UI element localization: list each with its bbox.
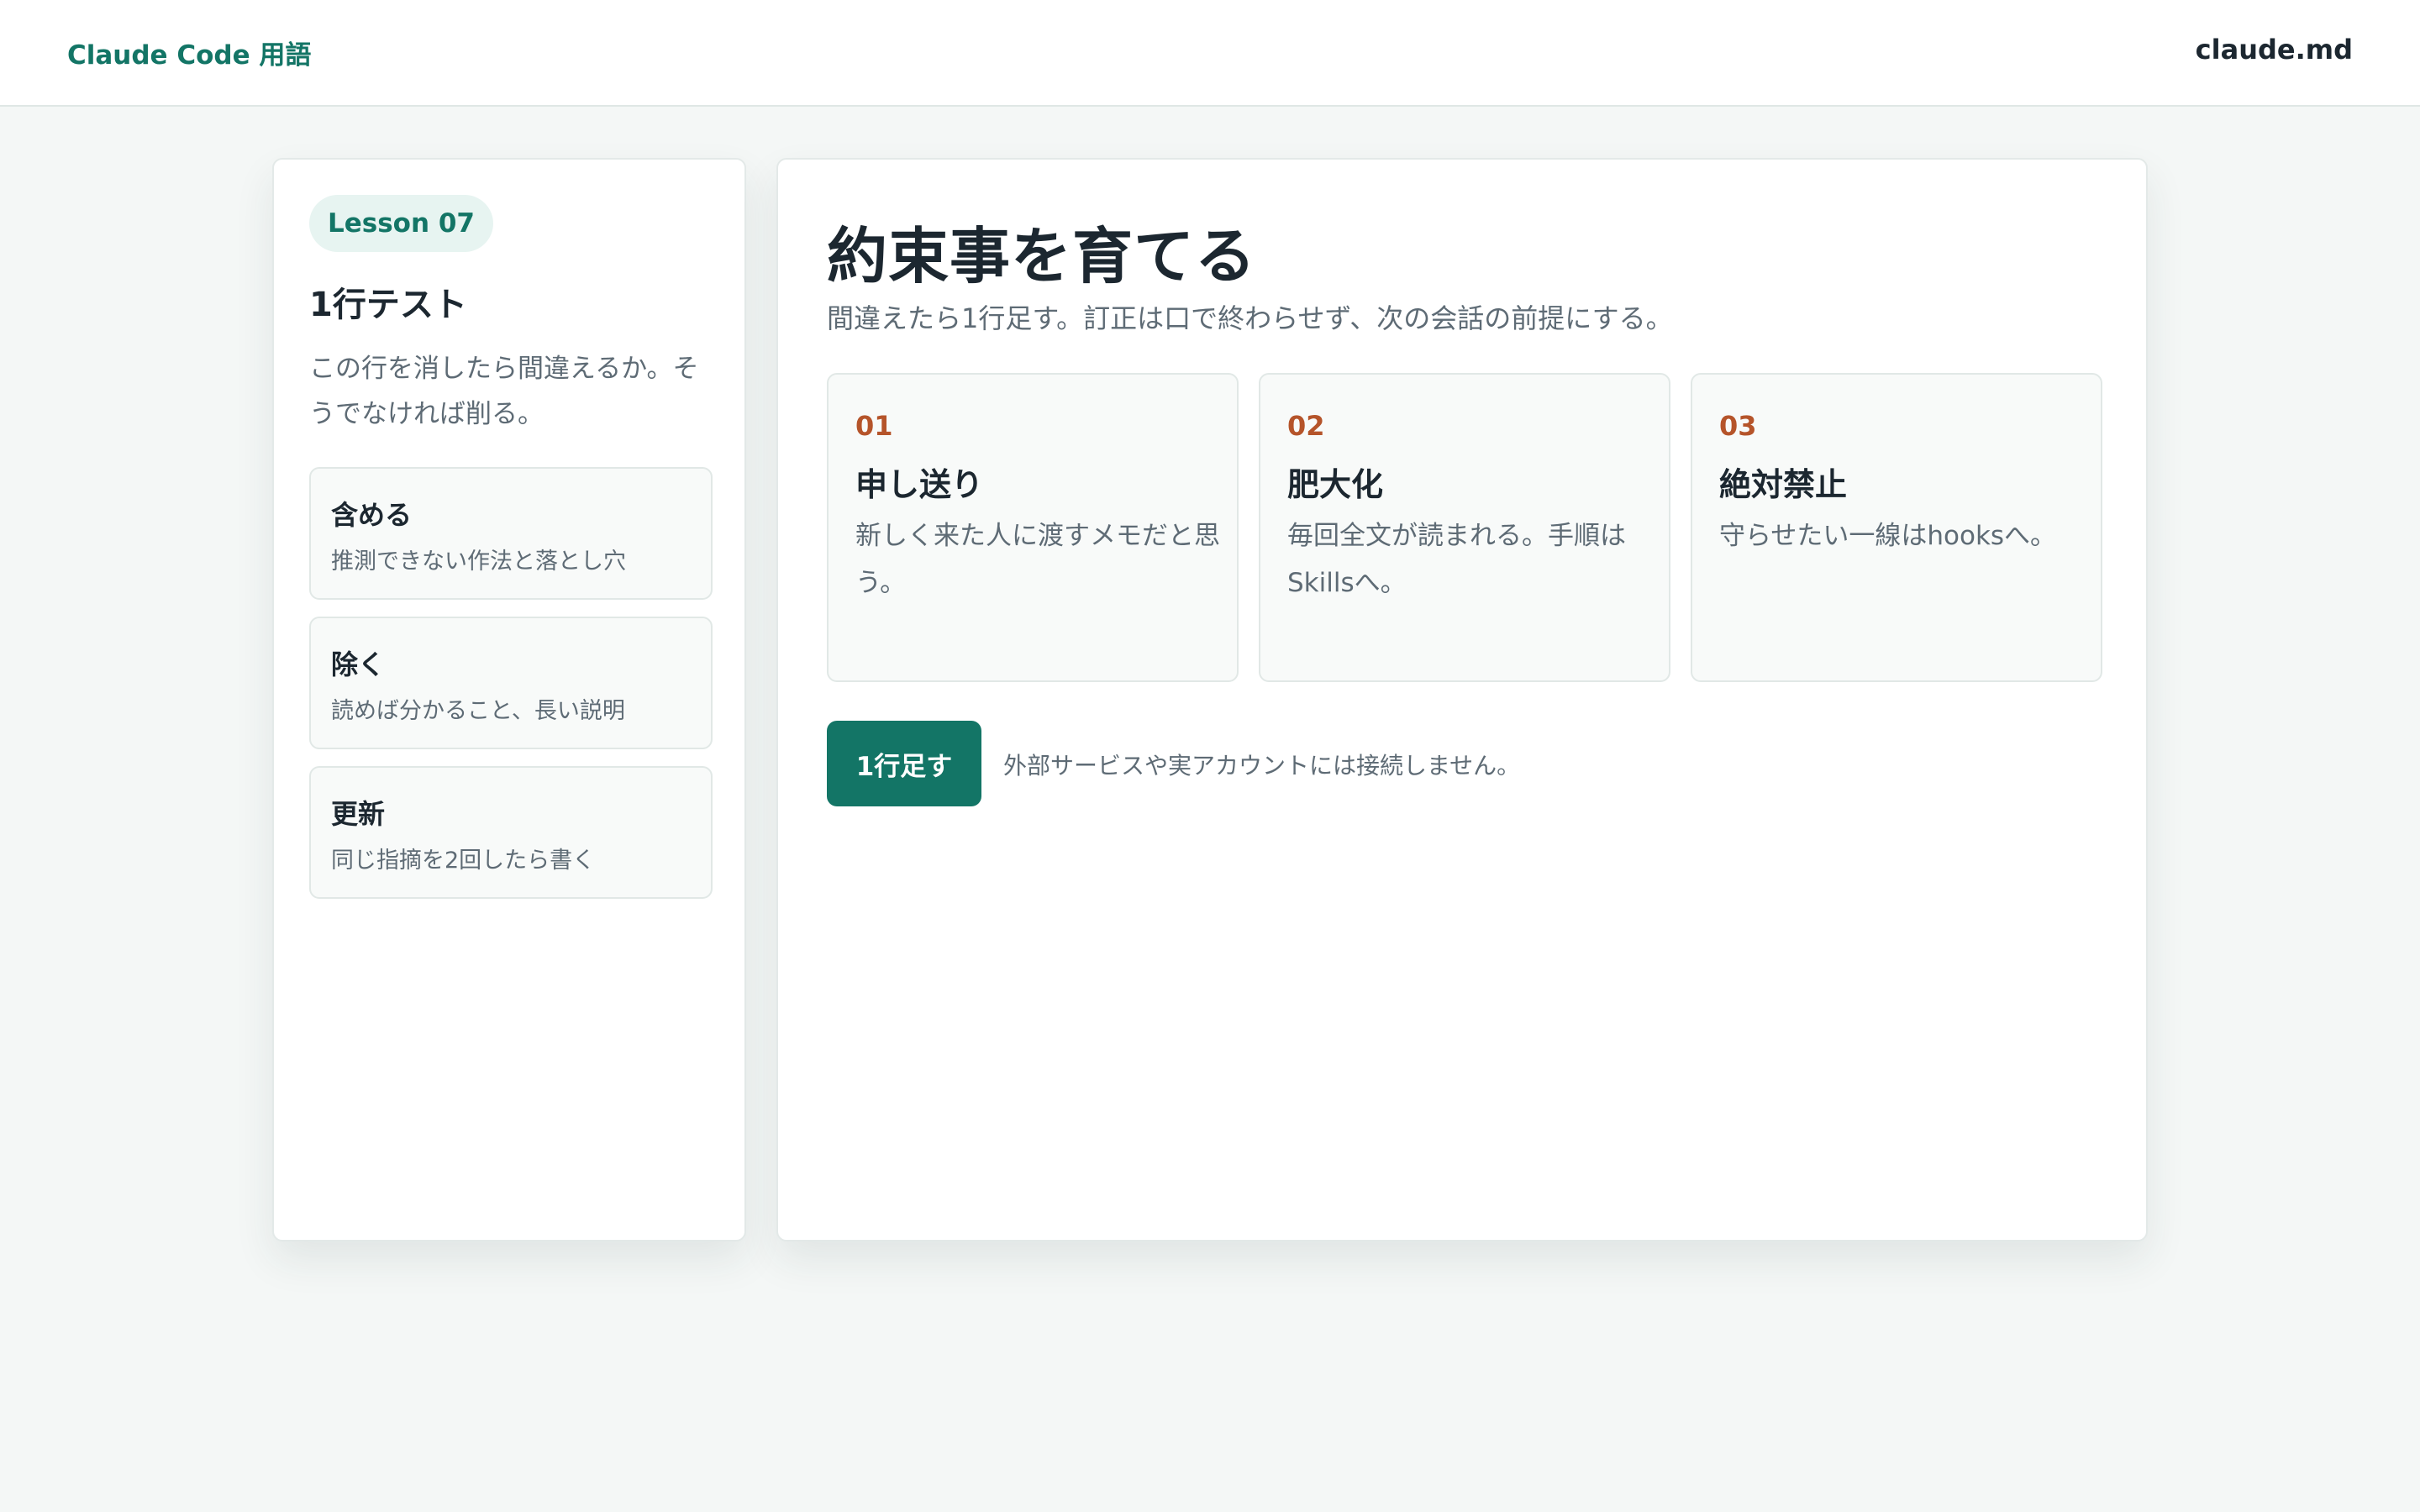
card-title: 絶対禁止 xyxy=(1719,466,1848,503)
page-title: 約束事を育てる xyxy=(827,221,1257,291)
tip-card: 03 絶対禁止 守らせたい一線はhooksへ。 xyxy=(1691,373,2102,682)
top-bar: Claude Code 用語 claude.md xyxy=(0,0,2420,107)
rule-title: 更新 xyxy=(331,798,386,830)
claude-md-link[interactable]: claude.md xyxy=(2196,34,2353,66)
action-note: 外部サービスや実アカウントには接続しません。 xyxy=(1003,752,1521,780)
lesson-main-panel: 約束事を育てる 間違えたら1行足す。訂正は口で終わらせず、次の会話の前提にする。… xyxy=(776,158,2148,1242)
rule-description: 読めば分かること、長い説明 xyxy=(331,698,625,724)
tip-card: 02 肥大化 毎回全文が読まれる。手順はSkillsへ。 xyxy=(1259,373,1670,682)
rule-item-update: 更新 同じ指摘を2回したら書く xyxy=(309,766,713,899)
rule-description: 同じ指摘を2回したら書く xyxy=(331,848,596,874)
sidebar-title: 1行テスト xyxy=(309,286,467,324)
card-description: 守らせたい一線はhooksへ。 xyxy=(1719,521,2057,551)
page-subtitle: 間違えたら1行足す。訂正は口で終わらせず、次の会話の前提にする。 xyxy=(827,302,1673,334)
card-title: 申し送り xyxy=(855,466,984,503)
add-line-button[interactable]: 1行足す xyxy=(827,721,981,806)
card-number: 02 xyxy=(1287,410,1325,442)
card-title: 肥大化 xyxy=(1287,466,1384,503)
brand-logo[interactable]: Claude Code 用語 xyxy=(67,34,311,71)
sidebar-description: この行を消したら間違えるか。そうでなければ削る。 xyxy=(309,354,699,429)
rule-description: 推測できない作法と落とし穴 xyxy=(331,549,626,575)
card-description: 新しく来た人に渡すメモだと思う。 xyxy=(855,521,1220,598)
card-description: 毎回全文が読まれる。手順はSkillsへ。 xyxy=(1287,521,1626,598)
tip-card: 01 申し送り 新しく来た人に渡すメモだと思う。 xyxy=(827,373,1239,682)
rule-title: 含める xyxy=(331,499,413,531)
lesson-sidebar: Lesson 07 1行テスト この行を消したら間違えるか。そうでなければ削る。… xyxy=(272,158,746,1242)
rule-item-exclude: 除く 読めば分かること、長い説明 xyxy=(309,617,713,749)
lesson-badge: Lesson 07 xyxy=(309,195,493,252)
card-number: 03 xyxy=(1719,410,1757,442)
card-number: 01 xyxy=(855,410,893,442)
rule-title: 除く xyxy=(331,648,386,680)
rule-item-include: 含める 推測できない作法と落とし穴 xyxy=(309,467,713,600)
